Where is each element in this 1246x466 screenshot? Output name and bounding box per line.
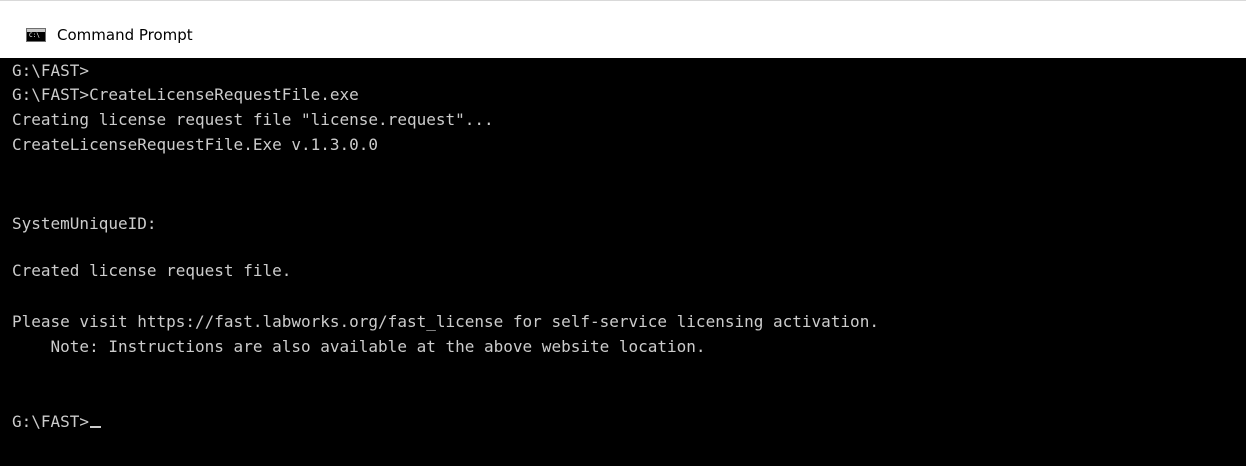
console-line: CreateLicenseRequestFile.Exe v.1.3.0.0	[12, 135, 379, 154]
console-output[interactable]: G:\FAST> G:\FAST>CreateLicenseRequestFil…	[0, 58, 1246, 466]
text-cursor	[90, 426, 102, 428]
console-line: Created license request file.	[12, 261, 292, 280]
console-line: Note: Instructions are also available at…	[12, 337, 706, 356]
title-bar[interactable]: C:\ Command Prompt	[0, 0, 1246, 58]
prompt-line[interactable]: G:\FAST>	[12, 411, 102, 433]
console-line: G:\FAST>	[12, 61, 90, 80]
console-line: SystemUniqueID:	[12, 214, 157, 233]
prompt-text: G:\FAST>	[12, 412, 90, 431]
console-line: G:\FAST>CreateLicenseRequestFile.exe	[12, 85, 359, 104]
console-line: Creating license request file "license.r…	[12, 110, 494, 129]
console-icon-text: C:\	[29, 32, 40, 39]
console-line: Please visit https://fast.labworks.org/f…	[12, 312, 879, 331]
command-prompt-window: C:\ Command Prompt G:\FAST> G:\FAST>Crea…	[0, 0, 1246, 466]
console-icon: C:\	[26, 28, 46, 42]
window-title: Command Prompt	[57, 26, 193, 44]
